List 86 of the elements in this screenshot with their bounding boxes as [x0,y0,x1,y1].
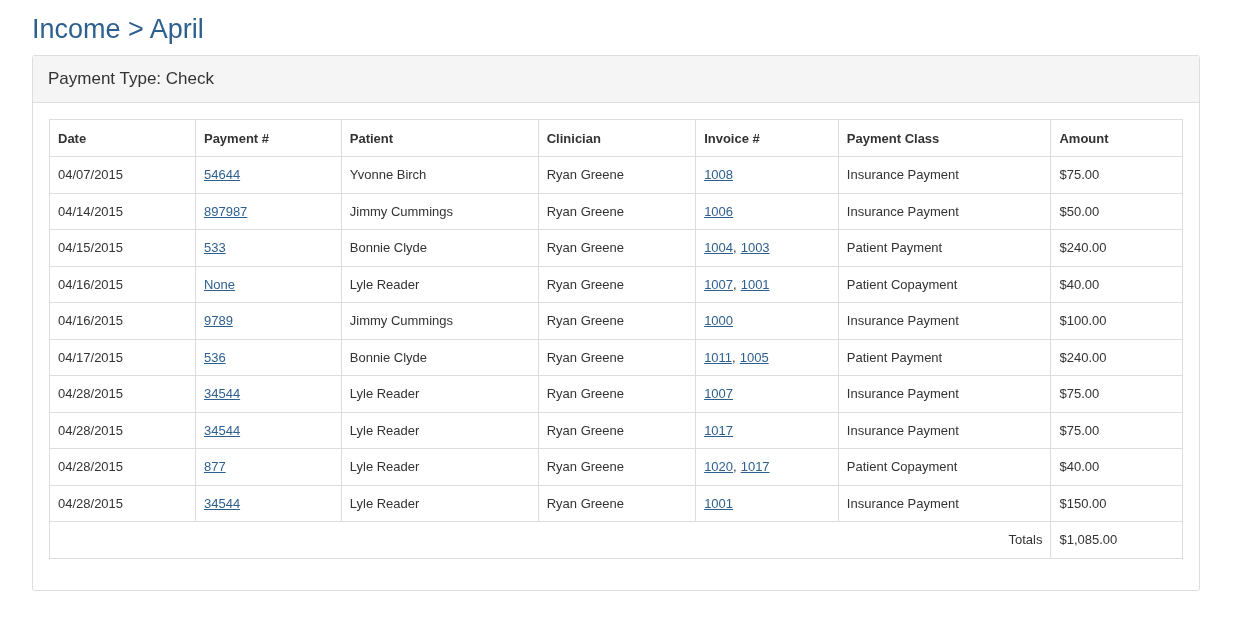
invoice-link[interactable]: 1017 [704,422,734,438]
table-cell: Ryan Greene [538,156,696,193]
invoice-link[interactable]: 1017 [740,459,770,475]
invoice-link[interactable]: 1001 [740,276,770,292]
table-cell: $75.00 [1051,375,1183,412]
table-cell: Patient Payment [838,339,1051,376]
table-cell: $40.00 [1051,266,1183,303]
invoice-link[interactable]: 1006 [704,203,734,219]
table-cell: $150.00 [1051,485,1183,522]
table-cell: Insurance Payment [838,412,1051,449]
table-cell: Lyle Reader [341,375,539,412]
invoice-link[interactable]: 1005 [739,349,769,365]
column-header: Amount [1051,119,1183,157]
table-cell: 04/16/2015 [49,302,196,339]
payment-link[interactable]: 34544 [203,422,241,438]
table-cell: Ryan Greene [538,266,696,303]
table-cell: Ryan Greene [538,193,696,230]
table-cell: $240.00 [1051,339,1183,376]
invoice-link[interactable]: 1007 [704,276,734,292]
payment-link[interactable]: None [203,276,236,292]
panel-heading: Payment Type: Check [33,56,1199,103]
separator-comma: , [733,459,737,475]
invoice-link[interactable]: 1003 [740,240,770,256]
table-cell: 04/16/2015 [49,266,196,303]
column-header: Patient [341,119,539,157]
table-cell: Lyle Reader [341,448,539,485]
column-header: Invoice # [695,119,839,157]
invoice-link[interactable]: 1000 [704,313,734,329]
totals-amount: $1,085.00 [1051,521,1183,558]
table-cell: 04/14/2015 [49,193,196,230]
column-header: Payment Class [838,119,1051,157]
table-cell: Insurance Payment [838,302,1051,339]
table-cell: Ryan Greene [538,375,696,412]
table-cell: Patient Copayment [838,448,1051,485]
table-cell: Ryan Greene [538,339,696,376]
payment-link[interactable]: 897987 [203,203,248,219]
table-cell: $100.00 [1051,302,1183,339]
table-cell: Jimmy Cummings [341,302,539,339]
table-cell: 04/28/2015 [49,375,196,412]
column-header: Payment # [195,119,342,157]
payment-link[interactable]: 9789 [203,313,233,329]
table-cell: 04/07/2015 [49,156,196,193]
table-cell: Insurance Payment [838,193,1051,230]
table-cell: Bonnie Clyde [341,339,539,376]
table-cell: Insurance Payment [838,375,1051,412]
payment-link[interactable]: 877 [203,459,226,475]
table-cell: Lyle Reader [341,485,539,522]
table-cell: Patient Copayment [838,266,1051,303]
invoice-link[interactable]: 1007 [704,386,734,402]
separator-comma: , [733,276,737,292]
totals-label: Totals [49,521,1051,558]
separator-comma: , [732,349,736,365]
table-cell: Insurance Payment [838,485,1051,522]
page-title: Income > April [32,13,205,46]
table-cell: $75.00 [1051,412,1183,449]
invoice-link[interactable]: 1008 [704,167,734,183]
table-cell: Jimmy Cummings [341,193,539,230]
table-cell: Ryan Greene [538,229,696,266]
table-cell: 04/28/2015 [49,485,196,522]
table-cell: Ryan Greene [538,448,696,485]
table-cell: Ryan Greene [538,412,696,449]
separator-comma: , [733,240,737,256]
table-cell: Patient Payment [838,229,1051,266]
table-cell: Lyle Reader [341,412,539,449]
column-header: Clinician [538,119,696,157]
table-cell: 04/15/2015 [49,229,196,266]
column-header: Date [49,119,196,157]
table-cell: Ryan Greene [538,302,696,339]
table-cell: Insurance Payment [838,156,1051,193]
table-cell: Bonnie Clyde [341,229,539,266]
table-cell: $75.00 [1051,156,1183,193]
payment-link[interactable]: 54644 [203,167,241,183]
table-cell: 04/17/2015 [49,339,196,376]
table-cell: $40.00 [1051,448,1183,485]
table-cell: Ryan Greene [538,485,696,522]
payment-link[interactable]: 536 [203,349,226,365]
table-cell: 04/28/2015 [49,412,196,449]
table-cell: $240.00 [1051,229,1183,266]
table-cell: 04/28/2015 [49,448,196,485]
invoice-link[interactable]: 1001 [704,495,734,511]
payment-link[interactable]: 533 [203,240,226,256]
table-cell: $50.00 [1051,193,1183,230]
payment-link[interactable]: 34544 [203,495,241,511]
table-cell: Yvonne Birch [341,156,539,193]
table-cell: Lyle Reader [341,266,539,303]
payment-link[interactable]: 34544 [203,386,241,402]
